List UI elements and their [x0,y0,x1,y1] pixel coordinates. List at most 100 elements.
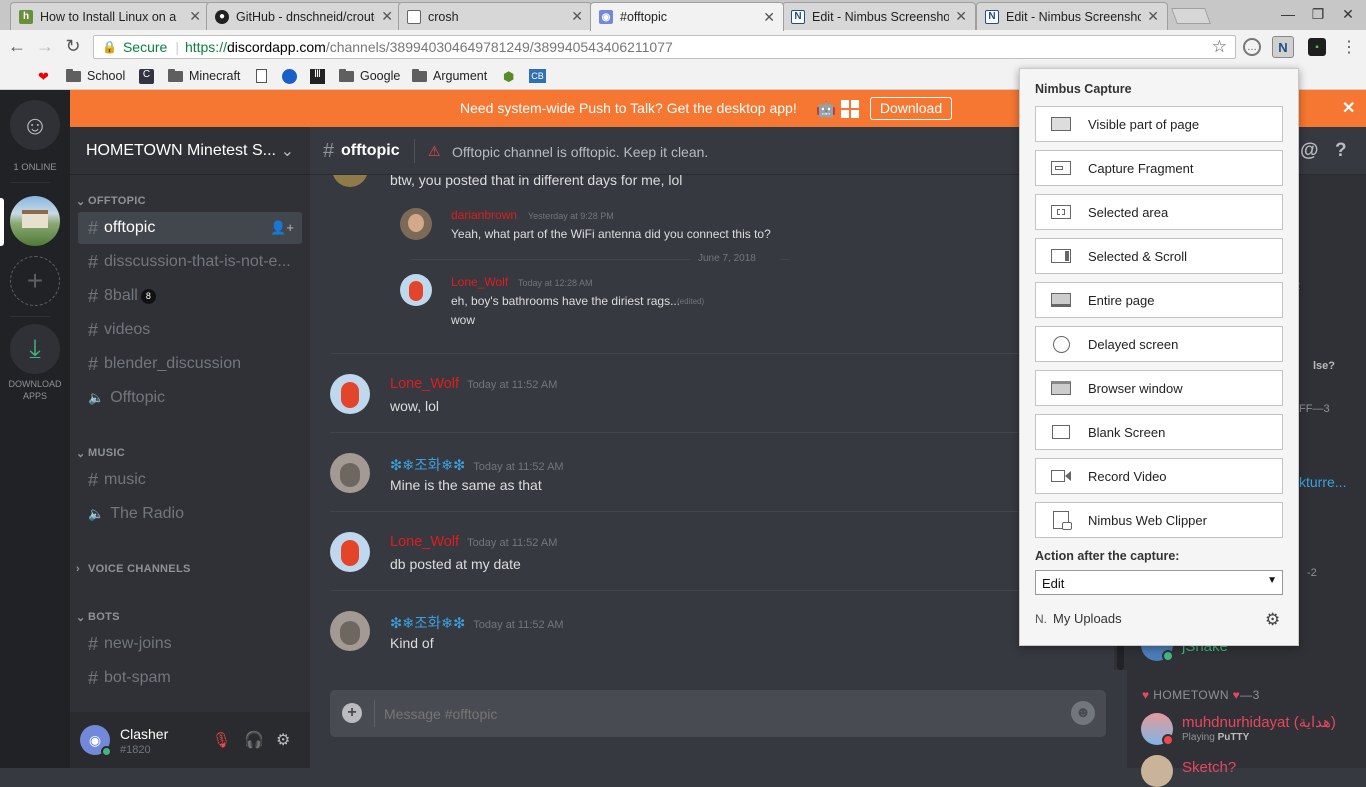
close-window-icon[interactable]: ✕ [1338,6,1358,23]
server-icon-hometown[interactable] [10,196,60,246]
invite-icon[interactable]: 👤+ [270,220,294,236]
channel-blender[interactable]: # blender_discussion [78,348,302,380]
my-uploads-link[interactable]: N. My Uploads [1035,611,1122,626]
blank-screen-button[interactable]: Blank Screen [1035,414,1283,450]
new-tab-button[interactable] [1171,8,1211,24]
message-input[interactable] [384,700,1054,727]
close-icon[interactable]: ✕ [189,8,201,25]
record-video-button[interactable]: Record Video [1035,458,1283,494]
message-author[interactable]: ❇❄조화❄❇ [390,616,465,632]
voice-channel-radio[interactable]: 🔈 The Radio [78,498,302,530]
address-bar[interactable]: 🔒 Secure | https:// discordapp.com /chan… [93,35,1236,59]
terminal-extension-icon[interactable]: ▪ [1308,38,1326,56]
server-header[interactable]: HOMETOWN Minetest S... ⌄ [70,127,310,175]
message-author[interactable]: darianbrown [451,208,517,222]
channel-offtopic[interactable]: # offtopic 👤+ [78,212,302,244]
tab-github[interactable]: ● GitHub - dnschneid/crouton ✕ [206,2,402,30]
close-icon[interactable]: ✕ [571,8,583,25]
avatar[interactable] [332,175,368,187]
tab-crosh[interactable]: crosh ✕ [398,2,592,30]
channel-bot-spam[interactable]: # bot-spam [78,662,302,694]
hash-icon: # [323,140,335,162]
tab-nimbus-edit-1[interactable]: N Edit - Nimbus Screenshot ✕ [782,2,976,30]
headphones-icon[interactable]: 🎧 [244,730,264,750]
forward-icon[interactable]: → [34,36,56,57]
browser-window-button[interactable]: Browser window [1035,370,1283,406]
bookmark-page[interactable] [256,69,267,83]
bookmark-minecraft[interactable]: Minecraft [168,68,240,83]
bookmark-turtle[interactable]: ⬢ [503,69,514,85]
message-author[interactable]: Lone_Wolf [390,534,459,550]
page-icon [256,69,267,83]
close-icon[interactable]: ✕ [1147,8,1159,25]
bookmark-argument[interactable]: Argument [412,68,487,83]
help-icon[interactable]: ? [1335,140,1347,162]
settings-gear-icon[interactable]: ⚙ [276,730,290,750]
upload-plus-icon[interactable]: + [342,703,362,723]
message-author[interactable]: ❇❄조화❄❇ [390,458,465,474]
selected-scroll-button[interactable]: Selected & Scroll [1035,238,1283,274]
avatar[interactable] [1141,755,1173,787]
bookmark-clever[interactable]: C [139,69,154,84]
close-banner-icon[interactable]: ✕ [1342,98,1355,118]
channel-8ball[interactable]: #8ball 8 [78,280,302,312]
bookmark-chrome-web[interactable] [282,69,297,84]
avatar[interactable] [400,274,432,306]
category-offtopic[interactable]: ⌄ OFFTOPIC [76,195,146,208]
bookmark-label: Google [360,69,401,83]
friends-icon[interactable]: ☺ [10,100,60,150]
bookmark-google[interactable]: Google [339,68,401,83]
avatar[interactable] [400,208,432,240]
download-button[interactable]: Download [870,97,952,120]
channel-new-joins[interactable]: # new-joins [78,628,302,660]
chat-extension-icon[interactable]: … [1243,38,1261,56]
voice-channel-offtopic[interactable]: 🔈 Offtopic [78,382,302,414]
category-voice-channels[interactable]: › VOICE CHANNELS [76,563,191,575]
selected-area-button[interactable]: Selected area [1035,194,1283,230]
avatar[interactable] [330,453,370,493]
bookmark-library[interactable]: Ⅲ [310,69,325,84]
channel-discussion[interactable]: # disscussion-that-is-not-e... [78,246,302,278]
tab-nimbus-edit-2[interactable]: N Edit - Nimbus Screenshot ✕ [976,2,1168,30]
bookmark-school[interactable]: School [66,68,125,83]
category-music[interactable]: ⌄ MUSIC [76,447,125,460]
capture-fragment-button[interactable]: Capture Fragment [1035,150,1283,186]
action-select[interactable]: Edit ▼ [1035,570,1283,595]
category-bots[interactable]: ⌄ BOTS [76,611,120,624]
hash-icon: # [88,285,99,306]
entire-page-button[interactable]: Entire page [1035,282,1283,318]
mute-microphone-icon[interactable]: 🎙 [212,731,231,749]
tab-hackaday[interactable]: h How to Install Linux on a ✕ [10,2,210,30]
avatar[interactable] [330,611,370,651]
message-author[interactable]: Lone_Wolf [451,275,508,289]
mentions-icon[interactable]: @ [1300,140,1319,162]
reload-icon[interactable]: ↻ [62,36,84,57]
bookmark-youtube[interactable]: ❤ [38,69,49,85]
avatar[interactable] [330,532,370,572]
add-server-icon[interactable]: + [10,256,60,306]
tab-offtopic[interactable]: ◉ #offtopic ✕ [590,2,784,31]
guild-divider [10,182,50,183]
settings-gear-icon[interactable]: ⚙ [1265,610,1280,630]
maximize-icon[interactable]: ❐ [1308,6,1328,23]
windows-icon [841,100,859,118]
channel-videos[interactable]: # videos [78,314,302,346]
emoji-picker-icon[interactable]: ☻ [1071,701,1095,725]
channel-music[interactable]: # music [78,464,302,496]
member-name[interactable]: muhdnurhidayat (هداية) [1182,713,1336,731]
back-icon[interactable]: ← [6,36,28,57]
message-author[interactable]: Lone_Wolf [390,376,459,392]
bookmark-cb[interactable]: CB [529,69,546,83]
visible-part-button[interactable]: Visible part of page [1035,106,1283,142]
minimize-icon[interactable]: — [1278,6,1298,22]
close-icon[interactable]: ✕ [955,8,967,25]
close-icon[interactable]: ✕ [381,8,393,25]
delayed-screen-button[interactable]: Delayed screen [1035,326,1283,362]
web-clipper-button[interactable]: Nimbus Web Clipper [1035,502,1283,538]
avatar[interactable] [330,374,370,414]
download-apps-icon[interactable]: ⤓ [10,324,60,374]
menu-icon[interactable]: ⋮ [1340,38,1358,56]
star-icon[interactable]: ☆ [1212,37,1227,57]
close-icon[interactable]: ✕ [763,9,775,26]
nimbus-extension-icon[interactable]: N [1272,36,1294,58]
